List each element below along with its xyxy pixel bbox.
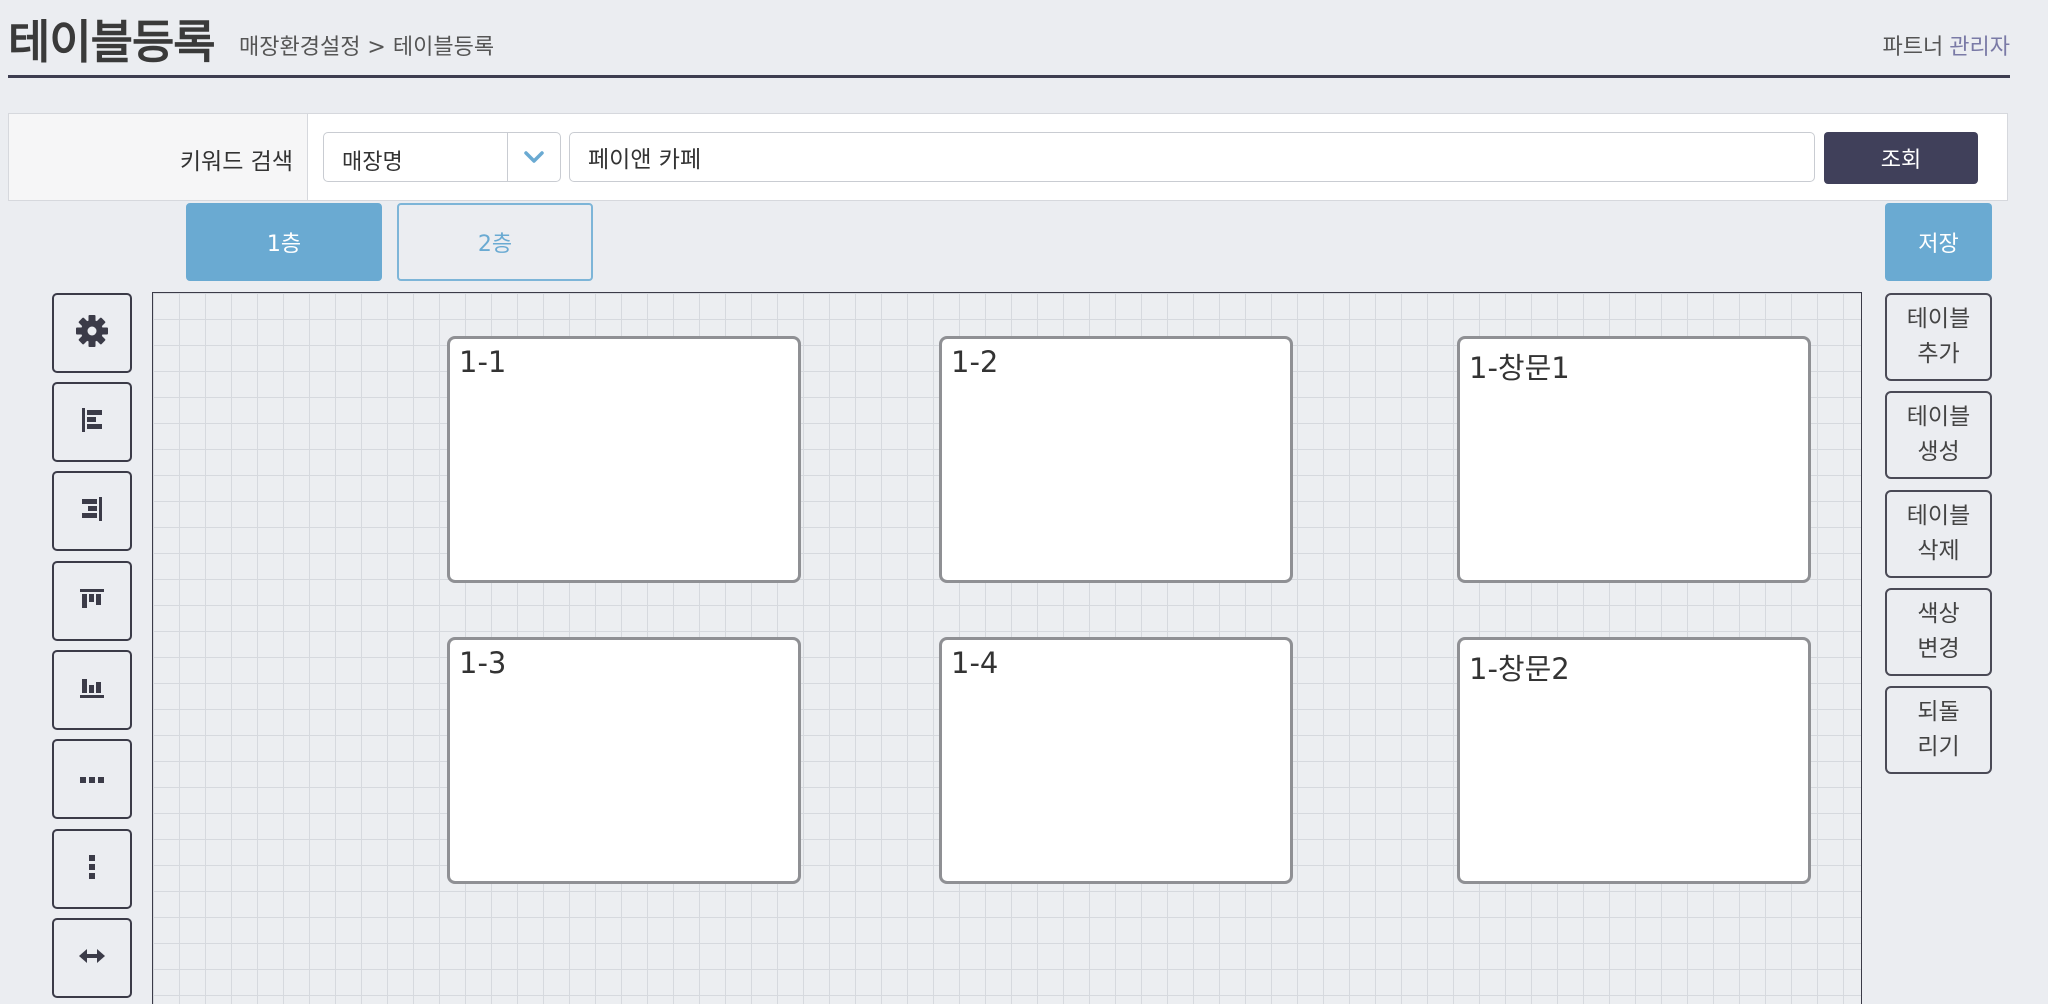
user-info: 파트너 관리자 — [1883, 29, 2010, 61]
search-type-value: 매장명 — [342, 150, 403, 175]
resize-horizontal-icon — [78, 948, 106, 968]
add-table-button[interactable]: 테이블 추가 — [1885, 293, 1992, 381]
search-label-cell: 키워드 검색 — [9, 114, 308, 200]
action-label-line2: 추가 — [1917, 341, 1960, 367]
action-label-line1: 테이블 — [1906, 503, 1971, 529]
table-item[interactable]: 1-창문1 — [1457, 336, 1811, 583]
page-title: 테이블등록 — [8, 15, 216, 69]
table-item[interactable]: 1-2 — [939, 336, 1293, 583]
table-item[interactable]: 1-창문2 — [1457, 637, 1811, 884]
action-label-line2: 생성 — [1917, 439, 1960, 465]
action-label-line1: 테이블 — [1906, 404, 1971, 430]
partner-label: 파트너 — [1882, 35, 1944, 60]
settings-tool-button[interactable] — [52, 293, 132, 373]
distribute-horizontal-icon — [79, 770, 105, 789]
action-label-line1: 되돌 — [1917, 699, 1960, 725]
table-label: 1-1 — [459, 345, 507, 379]
breadcrumb: 매장환경설정 > 테이블등록 — [239, 35, 495, 60]
floor-plan-canvas[interactable]: 1-1 1-2 1-창문1 1-3 1-4 1-창문2 — [152, 292, 1862, 1004]
resize-horizontal-tool-button[interactable] — [52, 918, 132, 998]
search-button[interactable]: 조회 — [1824, 132, 1978, 184]
align-bottom-tool-button[interactable] — [52, 650, 132, 730]
table-item[interactable]: 1-4 — [939, 637, 1293, 884]
admin-link[interactable]: 관리자 — [1949, 35, 2010, 60]
action-label-line1: 색상 — [1917, 601, 1960, 627]
undo-button[interactable]: 되돌 리기 — [1885, 686, 1992, 774]
save-button[interactable]: 저장 — [1885, 203, 1992, 281]
align-left-icon — [80, 407, 104, 437]
align-right-icon — [80, 496, 104, 526]
table-label: 1-4 — [951, 646, 999, 680]
tab-floor-2[interactable]: 2층 — [397, 203, 593, 281]
tab-floor-1[interactable]: 1층 — [186, 203, 382, 281]
distribute-vertical-tool-button[interactable] — [52, 829, 132, 909]
table-label: 1-2 — [951, 345, 999, 379]
table-label: 1-3 — [459, 646, 507, 680]
table-item[interactable]: 1-3 — [447, 637, 801, 884]
align-bottom-icon — [79, 676, 105, 704]
distribute-horizontal-tool-button[interactable] — [52, 739, 132, 819]
align-right-tool-button[interactable] — [52, 471, 132, 551]
align-left-tool-button[interactable] — [52, 382, 132, 462]
chevron-down-icon[interactable] — [507, 133, 560, 181]
align-top-icon — [79, 587, 105, 615]
search-input[interactable] — [569, 132, 1815, 182]
search-type-select[interactable]: 매장명 — [323, 132, 561, 182]
action-label-line2: 삭제 — [1917, 538, 1960, 564]
table-item[interactable]: 1-1 — [447, 336, 801, 583]
create-table-button[interactable]: 테이블 생성 — [1885, 391, 1992, 479]
distribute-vertical-icon — [87, 854, 97, 884]
action-label-line2: 변경 — [1917, 636, 1960, 662]
table-label: 1-창문2 — [1469, 652, 1570, 686]
align-top-tool-button[interactable] — [52, 561, 132, 641]
action-label-line2: 리기 — [1917, 734, 1960, 760]
header: 테이블등록 매장환경설정 > 테이블등록 파트너 관리자 — [8, 0, 2010, 78]
table-label: 1-창문1 — [1469, 351, 1570, 385]
change-color-button[interactable]: 색상 변경 — [1885, 588, 1992, 676]
search-label: 키워드 검색 — [179, 149, 293, 175]
delete-table-button[interactable]: 테이블 삭제 — [1885, 490, 1992, 578]
action-label-line1: 테이블 — [1906, 306, 1971, 332]
search-bar: 키워드 검색 매장명 조회 — [8, 113, 2008, 201]
gear-icon — [74, 313, 110, 353]
table-registration-page: 테이블등록 매장환경설정 > 테이블등록 파트너관리자 키워드 검색 매장명 조… — [0, 0, 2048, 1004]
